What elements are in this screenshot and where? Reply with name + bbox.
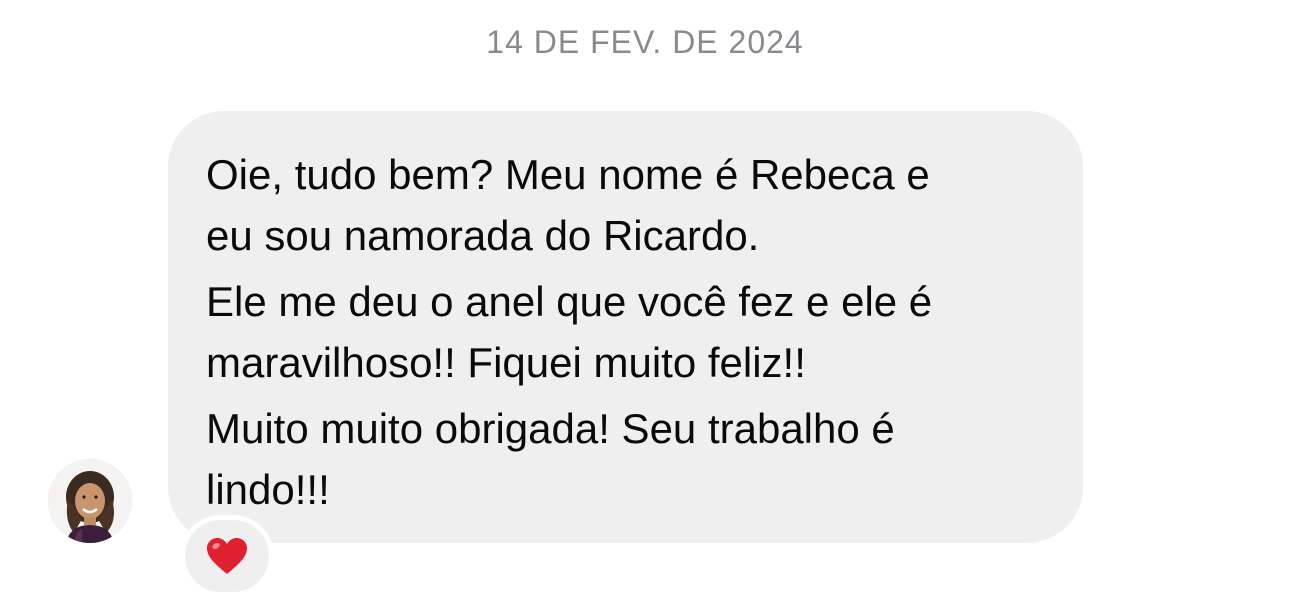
sender-avatar[interactable] — [48, 459, 132, 543]
heart-emoji-icon — [207, 538, 247, 574]
message-reaction[interactable] — [180, 515, 274, 597]
message-paragraph-2: Ele me deu o anel que você fez e ele é m… — [206, 278, 933, 386]
message-bubble[interactable]: Oie, tudo bem? Meu nome é Rebeca e eu so… — [168, 111, 1083, 543]
avatar-image — [48, 459, 132, 543]
chat-thread: 14 DE FEV. DE 2024 Oie, tudo bem? Meu no… — [0, 0, 1290, 614]
date-separator: 14 DE FEV. DE 2024 — [486, 24, 804, 60]
message-paragraph-1: Oie, tudo bem? Meu nome é Rebeca e eu so… — [206, 151, 930, 259]
message-paragraph-3: Muito muito obrigada! Seu trabalho é lin… — [206, 405, 895, 513]
